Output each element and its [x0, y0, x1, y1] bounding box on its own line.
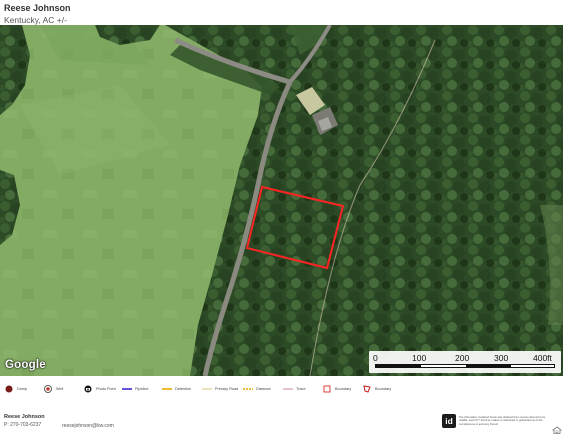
legend-item-well: Well	[43, 383, 63, 395]
aerial-map[interactable]: Google 0 100 200 300 400ft	[0, 25, 563, 376]
agent-name-title: Reese Johnson	[4, 3, 71, 13]
footer-branding: id The information contained herein was …	[442, 414, 563, 435]
scale-bar-graphic	[375, 364, 555, 368]
legend-item-boundary-2: Boundary	[362, 383, 391, 395]
scale-label: 300	[494, 353, 509, 363]
legend-item-trace: Trace	[283, 383, 306, 395]
footer-phone: P: 270-703-6237	[4, 422, 42, 428]
boundary-flag-icon	[362, 384, 372, 394]
legend-item-pipeline: Pipeline	[122, 383, 149, 395]
primary-road-line-icon	[202, 384, 212, 394]
scale-label: 100	[412, 353, 427, 363]
map-legend: Dump Well Photo Point Pipeline Detention…	[0, 383, 563, 395]
pipeline-line-icon	[122, 384, 132, 394]
legend-item-dump: Dump	[4, 383, 27, 395]
legend-item-primary-road: Primary Road	[202, 383, 238, 395]
footer-agent-name: Reese Johnson	[4, 414, 45, 420]
trace-line-icon	[283, 384, 293, 394]
scale-label: 200	[455, 353, 470, 363]
legend-item-boundary: Boundary	[322, 383, 351, 395]
distance-line-icon	[243, 384, 253, 394]
satellite-imagery[interactable]	[0, 25, 563, 376]
footer-email[interactable]: reesejohnson@kw.com	[62, 423, 114, 429]
well-icon	[43, 384, 53, 394]
land-id-logo: id	[442, 414, 456, 428]
legend-item-distance: Distance	[243, 383, 271, 395]
legend-item-photo-point: Photo Point	[83, 383, 116, 395]
scale-label: 0	[373, 353, 378, 363]
equal-housing-icon	[552, 426, 562, 434]
camera-icon	[83, 384, 93, 394]
google-attribution: Google	[5, 359, 46, 371]
report-footer: Reese Johnson P: 270-703-6237 reesejohns…	[4, 414, 114, 429]
disclaimer-text: The information contained herein was obt…	[459, 416, 546, 426]
boundary-square-icon	[322, 384, 332, 394]
scale-label: 400ft	[533, 353, 552, 363]
dump-icon	[4, 384, 14, 394]
scale-bar: 0 100 200 300 400ft	[369, 351, 561, 373]
legend-item-detention: Detention	[162, 383, 191, 395]
report-header: Reese Johnson Kentucky, AC +/-	[4, 3, 304, 26]
detention-line-icon	[162, 384, 172, 394]
